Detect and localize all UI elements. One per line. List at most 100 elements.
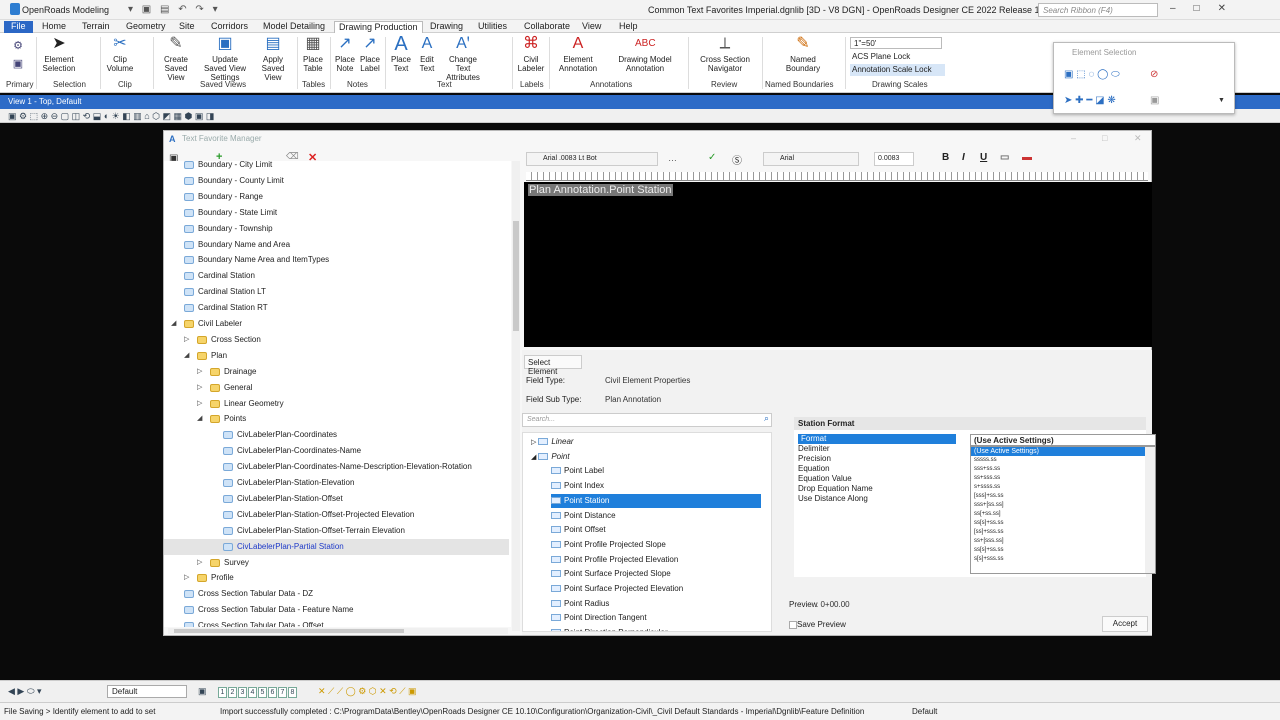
tree-item[interactable]: CivLabelerPlan-Partial Station (164, 538, 509, 555)
bold-button[interactable]: B (942, 152, 949, 163)
format-option[interactable]: ss[s]+ss.ss (971, 546, 1155, 555)
property-item[interactable]: Point Surface Projected Elevation (551, 582, 761, 596)
tree-item[interactable]: Boundary Name Area and ItemTypes (164, 252, 509, 268)
tree-item[interactable]: CivLabelerPlan-Coordinates-Name (164, 443, 509, 459)
tab-site[interactable]: Site (175, 21, 199, 33)
property-item[interactable]: ▷ Linear (531, 435, 761, 449)
expand-icon[interactable]: ▷ (197, 396, 205, 412)
format-option[interactable]: sss+[ss.ss] (971, 501, 1155, 510)
tab-utilities[interactable]: Utilities (474, 21, 511, 33)
annotation-scale-lock[interactable]: Annotation Scale Lock (850, 64, 945, 76)
tree-item[interactable]: CivLabelerPlan-Station-Offset-Terrain El… (164, 523, 509, 539)
tree-item[interactable]: ▷ Profile (164, 570, 509, 586)
tab-view[interactable]: View (578, 21, 605, 33)
view-button[interactable]: 2 (228, 687, 237, 698)
tree-item[interactable]: ◢ Plan (164, 348, 509, 364)
field-type-value[interactable]: Civil Element Properties (605, 376, 690, 385)
symbol-icon[interactable]: Ⓢ (732, 152, 742, 167)
window-controls[interactable]: –□✕ (1170, 3, 1244, 14)
tree-item[interactable]: ▷ Survey (164, 555, 509, 571)
tree-item[interactable]: CivLabelerPlan-Coordinates-Name-Descript… (164, 459, 509, 475)
field-subtype-value[interactable]: Plan Annotation (605, 395, 661, 404)
expand-icon[interactable]: ▷ (197, 364, 205, 380)
civil-labeler-button[interactable]: ⌘ Civil Labeler (516, 35, 546, 73)
tree-item[interactable]: ▷ Cross Section (164, 332, 509, 348)
navigation-arrows-icon[interactable]: ◀ ▶ ⬭ ▾ (8, 686, 42, 697)
property-item[interactable]: Point Surface Projected Slope (551, 567, 761, 581)
tab-collaborate[interactable]: Collaborate (520, 21, 574, 33)
favorites-tree[interactable]: Boundary - City Limit Boundary - County L… (164, 161, 511, 627)
maximize-button[interactable]: □ (1102, 133, 1107, 143)
view-button[interactable]: 6 (268, 687, 277, 698)
change-text-attributes-button[interactable]: Aꞌ Change Text Attributes (441, 35, 485, 82)
primary-tools[interactable]: ⚙ ▣ (8, 37, 24, 70)
clear-selection-icon[interactable]: ⊘ (1150, 69, 1158, 80)
tab-file[interactable]: File (4, 21, 33, 33)
tree-item[interactable]: Cross Section Tabular Data - Offset (164, 618, 509, 627)
drop-equation-name-row[interactable]: Drop Equation Name (798, 484, 873, 494)
tree-vertical-scrollbar[interactable] (512, 161, 520, 631)
expand-icon[interactable]: ▷ (184, 332, 192, 348)
expand-icon[interactable]: ▷ (197, 380, 205, 396)
precision-row[interactable]: Precision (798, 454, 831, 464)
format-option[interactable]: ss[s]+ss.ss (971, 519, 1155, 528)
view-button[interactable]: 1 (218, 687, 227, 698)
dropdown-scrollbar[interactable] (1145, 447, 1155, 573)
property-item[interactable]: Point Index (551, 479, 761, 493)
apply-saved-view-button[interactable]: ▤ Apply Saved View (252, 35, 294, 82)
tree-item[interactable]: Cardinal Station LT (164, 284, 509, 300)
tree-item[interactable]: Boundary - County Limit (164, 173, 509, 189)
tree-item[interactable]: Cardinal Station RT (164, 300, 509, 316)
tree-item[interactable]: ▷ General (164, 380, 509, 396)
property-item[interactable]: Point Profile Projected Slope (551, 538, 761, 552)
format-option[interactable]: sssss.ss (971, 456, 1155, 465)
tree-item[interactable]: Boundary - City Limit (164, 161, 509, 173)
property-item[interactable]: Point Direction Perpendicular (551, 626, 761, 631)
model-select[interactable]: Default (107, 685, 187, 698)
tree-horizontal-scrollbar[interactable] (168, 628, 508, 634)
tab-help[interactable]: Help (615, 21, 642, 33)
tab-terrain[interactable]: Terrain (78, 21, 114, 33)
place-text-button[interactable]: A Place Text (389, 34, 413, 73)
save-preview-checkbox[interactable] (789, 621, 797, 629)
format-option[interactable]: s[s]+sss.ss (971, 555, 1155, 564)
text-editor[interactable]: Plan Annotation.Point Station (524, 182, 1152, 347)
view-button[interactable]: 8 (288, 687, 297, 698)
drawing-scale-select[interactable]: 1"=50' (850, 37, 942, 49)
select-all-icon[interactable]: ▣ (1150, 95, 1159, 106)
property-search-input[interactable]: Search... (522, 413, 772, 427)
italic-button[interactable]: I (962, 152, 965, 163)
view-button[interactable]: 4 (248, 687, 257, 698)
font-select[interactable]: Arial (763, 152, 859, 166)
editor-text[interactable]: Plan Annotation.Point Station (528, 184, 673, 196)
accept-button[interactable]: Accept (1102, 616, 1148, 632)
property-item[interactable]: ◢ Point (531, 450, 761, 464)
tree-item[interactable]: ◢ Civil Labeler (164, 316, 509, 332)
color-icon[interactable]: ▬ (1022, 152, 1032, 163)
property-item[interactable]: Point Offset (551, 523, 761, 537)
tab-home[interactable]: Home (38, 21, 70, 33)
equation-row[interactable]: Equation (798, 464, 830, 474)
format-option[interactable]: (Use Active Settings) (971, 447, 1155, 456)
underline-button[interactable]: U (980, 152, 987, 163)
collapse-icon[interactable]: ◢ (171, 316, 179, 332)
place-note-button[interactable]: ↗ Place Note (333, 35, 357, 73)
scrollbar-thumb[interactable] (513, 221, 519, 331)
tree-item[interactable]: Cross Section Tabular Data - Feature Nam… (164, 602, 509, 618)
format-option[interactable]: ss[+ss.ss] (971, 510, 1155, 519)
close-button[interactable]: ✕ (1134, 133, 1142, 144)
clip-volume-button[interactable]: ✂ Clip Volume (103, 35, 137, 73)
tree-item[interactable]: CivLabelerPlan-Station-Elevation (164, 475, 509, 491)
property-tree[interactable]: ▷ Linear ◢ Point Point Label Point Index Poi… (522, 432, 772, 632)
property-item[interactable]: Point Station (551, 493, 761, 508)
tab-drawing-production[interactable]: Drawing Production (334, 21, 423, 33)
format-option[interactable]: sss+ss.ss (971, 465, 1155, 474)
view-buttons[interactable]: 12345678 (218, 686, 298, 698)
create-saved-view-button[interactable]: ✎ Create Saved View (155, 35, 197, 82)
tree-item[interactable]: Cross Section Tabular Data - DZ (164, 586, 509, 602)
tree-item[interactable]: Boundary - Township (164, 221, 509, 237)
view-button[interactable]: 5 (258, 687, 267, 698)
drawing-model-annotation-button[interactable]: ABC Drawing Model Annotation (607, 35, 683, 73)
chevron-down-icon[interactable]: ▼ (1218, 97, 1225, 104)
property-item[interactable]: Point Radius (551, 597, 761, 611)
